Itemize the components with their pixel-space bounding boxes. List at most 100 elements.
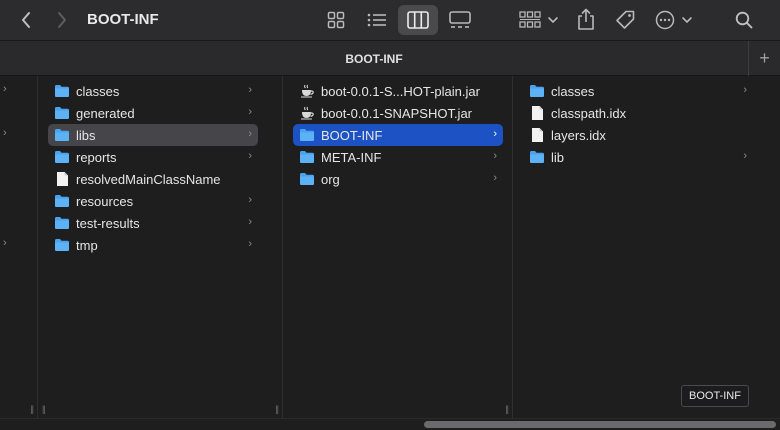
list-view-button[interactable] <box>364 8 390 32</box>
item-label: tmp <box>76 237 98 253</box>
new-tab-button[interactable]: + <box>748 41 780 76</box>
share-button[interactable] <box>574 6 598 32</box>
search-icon <box>735 11 753 29</box>
list-item[interactable]: META-INF › <box>293 146 503 168</box>
chevron-right-icon: › <box>248 84 252 96</box>
gallery-view-button[interactable] <box>446 8 474 32</box>
chevron-left-icon <box>22 12 30 28</box>
item-label: META-INF <box>321 149 382 165</box>
chevron-right-icon: › <box>248 106 252 118</box>
column-boot-inf[interactable]: classes › classpath.idx layers.idx lib › <box>513 76 780 418</box>
share-icon <box>578 8 594 30</box>
item-label: reports <box>76 149 117 165</box>
column-view-button[interactable] <box>398 5 438 35</box>
list-item[interactable]: libs › <box>48 124 258 146</box>
columns-icon <box>407 11 429 29</box>
chevron-right-icon: › <box>248 216 252 228</box>
tab-bar: BOOT-INF + <box>0 40 780 76</box>
forward-button[interactable] <box>50 8 74 32</box>
chevron-right-icon: › <box>248 238 252 250</box>
folder-icon <box>529 83 545 99</box>
group-by-button[interactable] <box>518 8 560 32</box>
folder-icon <box>54 127 70 143</box>
list-item[interactable]: boot-0.0.1-S...HOT-plain.jar <box>293 80 503 102</box>
column-resize-handle[interactable]: || <box>30 404 34 414</box>
column-resize-handle[interactable]: || <box>42 404 46 414</box>
folder-icon <box>299 171 315 187</box>
item-label: resolvedMainClassName <box>76 171 221 187</box>
icon-view-button[interactable] <box>324 8 348 32</box>
chevron-down-icon <box>548 17 558 24</box>
window-title: BOOT-INF <box>87 11 159 28</box>
folder-icon <box>54 193 70 209</box>
item-label: lib <box>551 149 565 165</box>
scrollbar-thumb[interactable] <box>424 421 776 428</box>
chevron-right-icon: › <box>493 128 497 140</box>
more-actions-button[interactable] <box>654 8 694 32</box>
grid-icon <box>327 11 345 29</box>
chevron-right-icon: › <box>743 84 747 96</box>
list-item[interactable]: test-results › <box>48 212 258 234</box>
path-tooltip: BOOT-INF <box>681 385 749 407</box>
folder-icon <box>529 149 545 165</box>
list-item[interactable]: resources › <box>48 190 258 212</box>
item-label: classpath.idx <box>551 105 627 121</box>
list-icon <box>367 13 386 27</box>
gallery-icon <box>449 11 471 28</box>
back-button[interactable] <box>14 8 38 32</box>
list-item[interactable]: boot-0.0.1-SNAPSHOT.jar <box>293 102 503 124</box>
column-resize-handle[interactable]: || <box>505 404 509 414</box>
column-build[interactable]: || || classes › generated › libs › reports › res… <box>38 76 283 418</box>
chevron-right-icon: › <box>493 172 497 184</box>
search-button[interactable] <box>732 8 756 32</box>
folder-icon <box>54 215 70 231</box>
item-label: org <box>321 171 340 187</box>
item-label: layers.idx <box>551 127 606 143</box>
list-item[interactable]: resolvedMainClassName <box>48 168 258 190</box>
chevron-right-icon: › <box>248 194 252 206</box>
list-item[interactable]: generated › <box>48 102 258 124</box>
list-item[interactable]: tmp › <box>48 234 258 256</box>
chevron-right-icon <box>58 12 66 28</box>
ellipsis-circle-icon <box>655 10 675 30</box>
item-label: boot-0.0.1-S...HOT-plain.jar <box>321 83 480 99</box>
horizontal-scrollbar[interactable] <box>0 418 780 430</box>
chevron-right-icon: › <box>3 127 7 139</box>
list-item[interactable]: layers.idx <box>523 124 753 146</box>
tab-boot-inf[interactable]: BOOT-INF <box>0 41 748 76</box>
document-icon <box>529 127 545 143</box>
chevron-right-icon: › <box>248 150 252 162</box>
tag-icon <box>616 10 635 29</box>
toolbar: BOOT-INF <box>0 0 780 40</box>
folder-icon <box>299 149 315 165</box>
tag-button[interactable] <box>612 7 638 33</box>
chevron-right-icon: › <box>743 150 747 162</box>
list-item[interactable]: classes › <box>48 80 258 102</box>
chevron-right-icon: › <box>493 150 497 162</box>
list-item[interactable]: reports › <box>48 146 258 168</box>
chevron-right-icon: › <box>3 83 7 95</box>
column-previous[interactable]: › › › || <box>0 76 38 418</box>
column-libs[interactable]: || boot-0.0.1-S...HOT-plain.jar boot-0.0.… <box>283 76 513 418</box>
item-label: generated <box>76 105 135 121</box>
column-browser: › › › || || || classes › generated › libs › re… <box>0 76 780 418</box>
list-item[interactable]: lib › <box>523 146 753 168</box>
folder-icon <box>54 83 70 99</box>
list-item[interactable]: classpath.idx <box>523 102 753 124</box>
item-label: libs <box>76 127 96 143</box>
list-item[interactable]: classes › <box>523 80 753 102</box>
item-label: classes <box>76 83 120 99</box>
java-jar-icon <box>299 105 315 121</box>
item-label: BOOT-INF <box>321 127 383 143</box>
document-icon <box>54 171 70 187</box>
item-label: boot-0.0.1-SNAPSHOT.jar <box>321 105 473 121</box>
list-item[interactable]: org › <box>293 168 503 190</box>
column-resize-handle[interactable]: || <box>275 404 279 414</box>
folder-icon <box>299 127 315 143</box>
document-icon <box>529 105 545 121</box>
folder-icon <box>54 237 70 253</box>
list-item[interactable]: BOOT-INF › <box>293 124 503 146</box>
group-grid-icon <box>519 11 541 28</box>
chevron-down-icon <box>682 17 692 24</box>
item-label: classes <box>551 83 595 99</box>
